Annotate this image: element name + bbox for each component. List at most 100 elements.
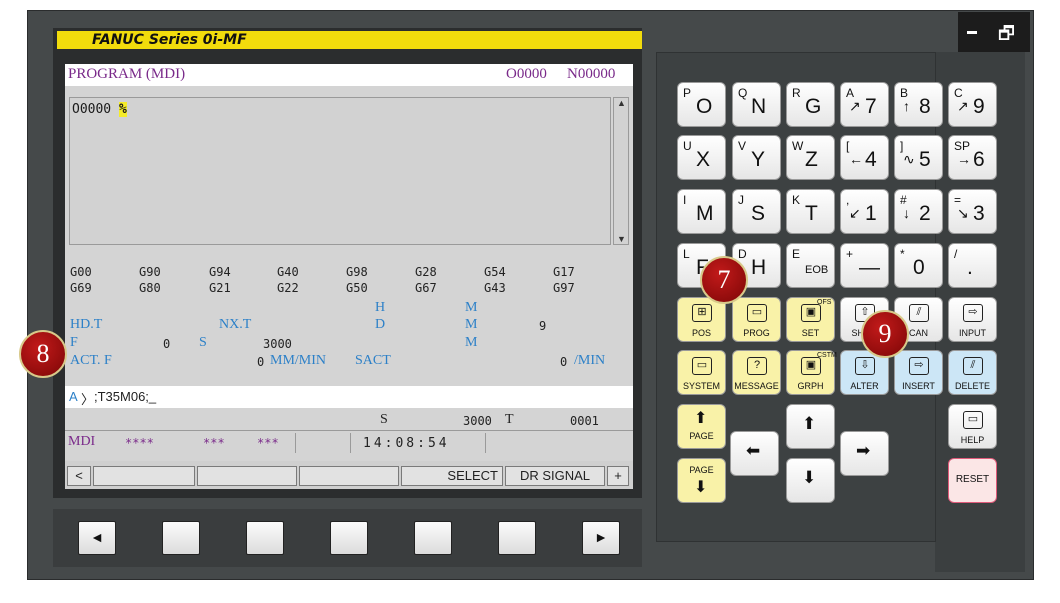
key-prog[interactable]: ▭ PROG [732,297,781,342]
gcode-cell: G94 [209,265,231,279]
key-t[interactable]: KT [786,189,835,234]
right-triangle-icon: ► [594,529,608,545]
gcode-cell: G80 [139,281,161,295]
left-triangle-icon: ◄ [90,529,104,545]
hw-softkey-3[interactable] [330,521,368,555]
prog-icon: ▭ [747,304,767,322]
hw-softkey-2[interactable] [246,521,284,555]
hw-softkey-5[interactable] [498,521,536,555]
editor-line: O0000 % [72,102,127,117]
page-down-key[interactable]: PAGE ⬇ [677,458,726,503]
key-minus[interactable]: + — [840,243,889,288]
window-controls: 🗗 [958,12,1030,52]
key-sub-label: J [738,193,744,207]
key-main-label: G [805,95,822,118]
key-k9[interactable]: C ↗ 9 [948,82,997,127]
key-s[interactable]: JS [732,189,781,234]
system-icon: ▭ [692,357,712,375]
key-x[interactable]: UX [677,135,726,180]
key-function-label: DELETE [954,381,990,391]
key-k2[interactable]: # ↓ 2 [894,189,943,234]
gcode-cell: G67 [415,281,437,295]
softkey-dr-signal[interactable]: DR SIGNAL OFF [505,466,605,486]
reset-key[interactable]: RESET [948,458,997,503]
restore-icon[interactable]: 🗗 [998,21,1015,51]
key-main-label: Y [751,148,766,171]
key-k3[interactable]: = ↘ 3 [948,189,997,234]
key-k4[interactable]: [← 4 [840,135,889,180]
key-k8[interactable]: B ↑ 8 [894,82,943,127]
scroll-up-icon[interactable]: ▲ [617,98,626,108]
cursor-left-key[interactable]: ⬅ [730,431,779,476]
key-insert[interactable]: ⇨ INSERT [894,350,943,395]
cursor-down-key[interactable]: ⬇ [786,458,835,503]
softkey-next[interactable]: + [607,466,629,486]
scroll-down-icon[interactable]: ▼ [617,234,626,244]
cursor-up-key[interactable]: ⬆ [786,404,835,449]
key-k1[interactable]: , ↙ 1 [840,189,889,234]
f-value: 0 [163,337,171,351]
softkey-select[interactable]: SELECT [401,466,503,486]
key-y[interactable]: VY [732,135,781,180]
minimize-icon[interactable] [967,31,977,34]
key-ofs[interactable]: ▣ SET OFS [786,297,835,342]
page-up-key[interactable]: ⬆ PAGE [677,404,726,449]
key-delete[interactable]: ⫽ DELETE [948,350,997,395]
hw-softkey-4[interactable] [414,521,452,555]
key-k0[interactable]: * 0 [894,243,943,288]
key-pos[interactable]: ⊞ POS [677,297,726,342]
col-m3-label: M [465,335,478,350]
input-arrow: 〉 [81,392,95,407]
input-buffer[interactable]: A 〉 ;T35M06;_ [65,386,633,408]
help-label: HELP [960,435,985,445]
editor-scrollbar[interactable]: ▲ ▼ [613,97,629,245]
key-eob[interactable]: E EOB [786,243,835,288]
reset-label: RESET [955,474,990,485]
status-sep-3 [485,433,486,453]
input-text: ;T35M06;_ [94,389,157,404]
key-sub-label: I [683,193,687,207]
key-sub-label: P [683,86,692,100]
key-main-label: M [696,202,714,225]
up-arrow-icon: ⬆ [802,414,817,433]
arrow-up-icon: ⬆ [694,410,708,427]
key-main-label: 1 [865,202,877,225]
key-arrow-glyph: ∿ [903,151,915,167]
key-g[interactable]: RG [786,82,835,127]
gcode-cell: G98 [346,265,368,279]
help-key[interactable]: ▭ HELP [948,404,997,449]
hw-next-button[interactable]: ► [582,521,620,555]
softkey-2[interactable] [197,466,297,486]
step-badge-7: 7 [700,256,748,304]
softkey-1[interactable] [93,466,195,486]
down-arrow-icon: ⬇ [802,468,817,487]
key-system[interactable]: ▭ SYSTEM [677,350,726,395]
step-badge-9: 9 [861,310,909,358]
key-k6[interactable]: SP → 6 [948,135,997,180]
key-input[interactable]: ⇨ INPUT [948,297,997,342]
key-sub-label: R [792,86,801,100]
program-editor[interactable]: O0000 % [69,97,611,245]
key-cstm[interactable]: ▣ GRPH CSTM [786,350,837,395]
hw-softkey-1[interactable] [162,521,200,555]
status-sep-1 [295,433,296,453]
hw-prev-button[interactable]: ◄ [78,521,116,555]
gcode-cell: G28 [415,265,437,279]
cursor-right-key[interactable]: ➡ [840,431,889,476]
key-main-label: — [859,256,880,279]
key-o[interactable]: PO [677,82,726,127]
key-n[interactable]: QN [732,82,781,127]
key-z[interactable]: WZ [786,135,835,180]
key-function-label: GRPH [797,381,824,391]
key-k5[interactable]: ] ∿ 5 [894,135,943,180]
key-message[interactable]: ? MESSAGE [732,350,781,395]
key-dot[interactable]: /. [948,243,997,288]
key-sub-label: / [954,247,958,261]
softkey-prev[interactable]: < [67,466,91,486]
gcode-cell: G21 [209,281,231,295]
key-main-label: 2 [919,202,931,225]
key-k7[interactable]: A ↗ 7 [840,82,889,127]
key-function-label: SYSTEM [682,381,720,391]
key-m[interactable]: IM [677,189,726,234]
softkey-3[interactable] [299,466,399,486]
